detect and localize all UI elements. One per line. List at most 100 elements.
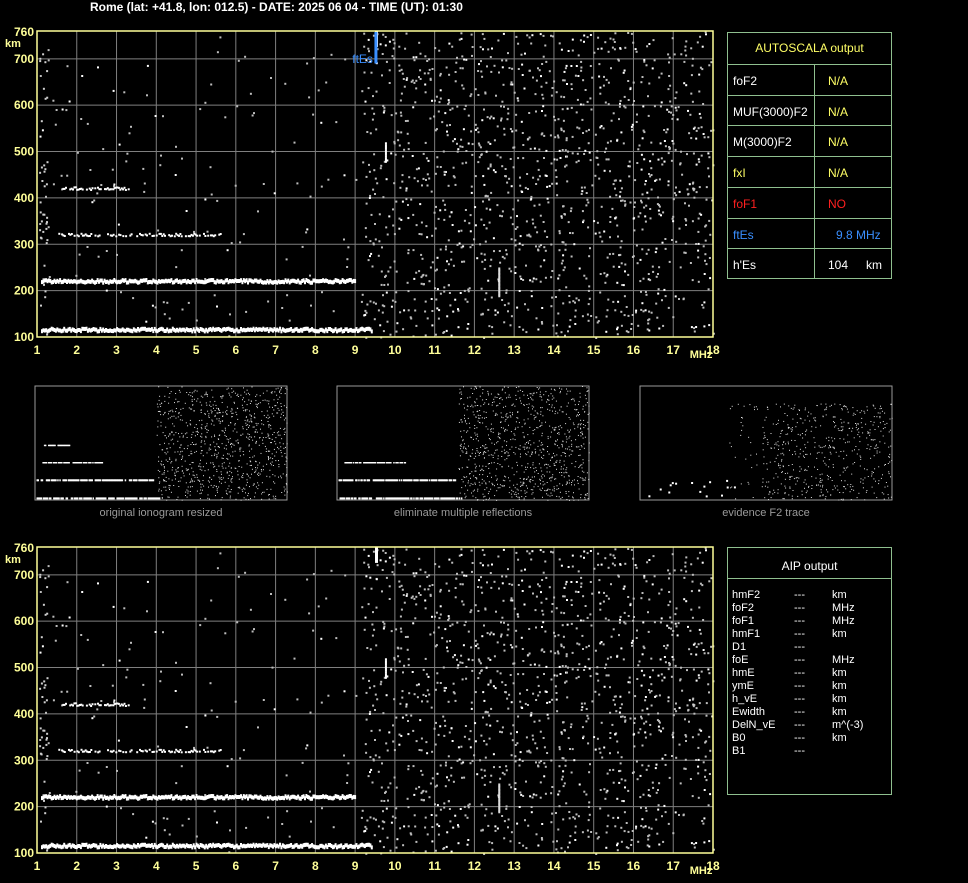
noise-point [463, 58, 466, 61]
noise-point [539, 549, 542, 552]
noise-point [528, 628, 531, 630]
noise-point [169, 433, 171, 435]
noise-point [105, 766, 108, 768]
noise-point [459, 292, 462, 294]
noise-point [674, 664, 677, 667]
noise-point [703, 652, 706, 655]
noise-point [672, 736, 675, 739]
noise-point [381, 311, 384, 314]
trace-point [384, 676, 387, 679]
noise-point [377, 770, 380, 773]
noise-point [491, 563, 493, 566]
noise-point [570, 65, 573, 67]
noise-point [412, 572, 415, 575]
trace-point [384, 153, 387, 156]
noise-point [562, 818, 565, 821]
noise-point [97, 582, 99, 585]
noise-point [45, 242, 48, 245]
trace-point [384, 671, 387, 674]
noise-point [677, 622, 680, 625]
noise-point [451, 224, 454, 226]
noise-point [637, 840, 640, 843]
y-tick-label: 760 [14, 541, 34, 555]
noise-point [496, 125, 499, 128]
noise-point [627, 99, 630, 101]
noise-point [197, 479, 199, 481]
noise-point [468, 738, 471, 741]
noise-point [202, 480, 204, 481]
noise-point [690, 653, 693, 656]
noise-point [642, 105, 645, 108]
trace-point [179, 233, 182, 235]
noise-point [635, 825, 638, 828]
noise-point [285, 475, 287, 477]
noise-point [487, 657, 490, 660]
noise-point [471, 143, 474, 146]
noise-point [330, 53, 333, 56]
noise-point [469, 214, 472, 217]
noise-point [696, 41, 699, 44]
noise-point [510, 81, 513, 84]
noise-point [482, 175, 485, 178]
noise-point [686, 153, 688, 156]
noise-point [76, 151, 79, 154]
noise-point [196, 400, 198, 402]
noise-point [598, 591, 601, 594]
noise-point [286, 474, 288, 475]
noise-point [489, 165, 492, 168]
noise-point [374, 754, 377, 757]
noise-point [657, 292, 660, 295]
noise-point [372, 301, 375, 304]
noise-point [573, 759, 576, 762]
noise-point [231, 412, 233, 414]
noise-point [418, 76, 420, 79]
noise-point [583, 274, 586, 277]
noise-point [693, 843, 696, 846]
noise-point [505, 249, 508, 252]
noise-point [224, 427, 226, 429]
noise-point [598, 231, 601, 234]
noise-point [643, 58, 646, 61]
noise-point [669, 84, 672, 87]
noise-point [444, 208, 447, 211]
noise-point [518, 842, 521, 844]
noise-point [672, 832, 675, 835]
noise-point [234, 402, 235, 404]
noise-point [443, 686, 446, 689]
noise-point [556, 840, 558, 843]
noise-point [383, 106, 386, 109]
noise-point [469, 246, 472, 249]
noise-point [233, 444, 235, 446]
noise-point [435, 721, 437, 724]
noise-point [685, 224, 687, 226]
noise-point [526, 550, 529, 553]
noise-point [542, 613, 545, 616]
thumbnail-frame [34, 385, 288, 501]
noise-point [483, 37, 486, 40]
noise-point [667, 53, 670, 56]
noise-point [675, 91, 678, 94]
noise-point [600, 721, 603, 724]
noise-point [216, 821, 218, 824]
noise-point [441, 637, 444, 640]
noise-point [279, 390, 281, 392]
noise-point [569, 319, 572, 322]
noise-point [182, 435, 184, 437]
noise-point [546, 752, 549, 754]
noise-point [450, 250, 453, 253]
noise-point [446, 315, 449, 318]
noise-point [593, 51, 596, 54]
noise-point [574, 323, 577, 325]
noise-point [568, 841, 571, 844]
noise-point [249, 608, 252, 611]
noise-point [343, 690, 346, 693]
noise-point [585, 192, 588, 194]
noise-point [469, 611, 472, 614]
noise-point [620, 199, 622, 202]
noise-point [688, 132, 691, 135]
noise-point [476, 773, 479, 776]
noise-point [663, 656, 666, 658]
noise-point [216, 567, 219, 570]
noise-point [639, 280, 642, 283]
noise-point [488, 198, 491, 201]
